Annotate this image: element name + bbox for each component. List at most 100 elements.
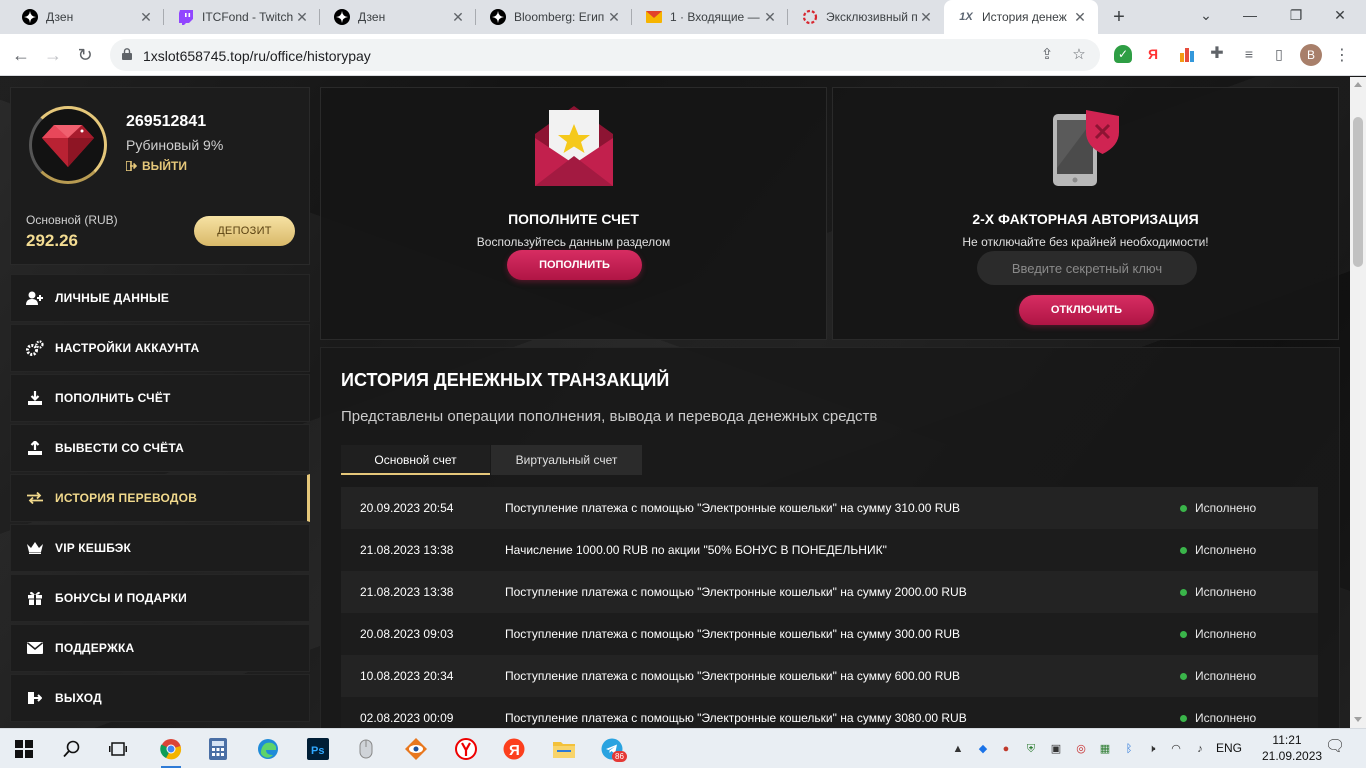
speaker-icon[interactable]: ♪	[1192, 741, 1208, 757]
minimize-button[interactable]: —	[1230, 0, 1270, 30]
system-clock[interactable]: 11:21 21.09.2023	[1262, 732, 1322, 764]
browser-tab[interactable]: ITCFond - Twitch ✕	[164, 0, 320, 34]
tray-opera-icon[interactable]: ◎	[1073, 741, 1089, 757]
topup-button[interactable]: ПОПОЛНИТЬ	[507, 250, 642, 280]
transaction-date: 10.08.2023 20:34	[360, 669, 454, 683]
tray-network-app-icon[interactable]: ◆	[975, 741, 991, 757]
close-window-button[interactable]: ✕	[1320, 0, 1360, 30]
browser-tab[interactable]: Дзен ✕	[320, 0, 476, 34]
menu-item-deposit[interactable]: ПОПОЛНИТЬ СЧЁТ	[10, 374, 310, 422]
upload-icon	[26, 440, 44, 456]
task-view-icon[interactable]	[106, 737, 130, 761]
close-tab-icon[interactable]: ✕	[762, 9, 778, 26]
close-tab-icon[interactable]: ✕	[138, 9, 154, 26]
close-tab-icon[interactable]: ✕	[294, 9, 310, 26]
forward-button[interactable]: →	[42, 44, 64, 66]
transaction-status: Исполнено	[1180, 627, 1256, 641]
history-subtitle: Представлены операции пополнения, вывода…	[341, 408, 878, 425]
scroll-up-arrow-icon[interactable]	[1354, 82, 1362, 87]
menu-item-label: ИСТОРИЯ ПЕРЕВОДОВ	[55, 491, 198, 505]
telegram-icon[interactable]: 86	[600, 737, 627, 762]
search-icon[interactable]	[60, 737, 84, 761]
reload-button[interactable]: ↻	[74, 44, 96, 66]
envelope-icon	[26, 640, 44, 656]
menu-item-personal-data[interactable]: ЛИЧНЫЕ ДАННЫЕ	[10, 274, 310, 322]
status-label: Исполнено	[1195, 585, 1257, 599]
tab-title: 1 · Входящие —	[670, 10, 760, 24]
new-tab-button[interactable]: +	[1108, 6, 1130, 28]
menu-item-bonuses[interactable]: БОНУСЫ И ПОДАРКИ	[10, 574, 310, 622]
yandex-icon[interactable]: Я	[502, 737, 526, 761]
file-explorer-icon[interactable]	[552, 737, 576, 761]
tab-title: Эксклюзивный п	[826, 10, 918, 24]
input-language[interactable]: ENG	[1216, 741, 1242, 755]
tray-app-icon[interactable]: ▲	[950, 741, 966, 757]
page-scrollbar[interactable]	[1350, 77, 1366, 728]
status-dot-icon	[1180, 588, 1187, 596]
address-bar[interactable]: 1xslot658745.top/ru/office/historypay ⇪ …	[110, 39, 1100, 71]
share-icon[interactable]: ⇪	[1038, 46, 1056, 64]
transaction-date: 21.08.2023 13:38	[360, 543, 454, 557]
eye-app-icon[interactable]	[404, 737, 428, 761]
tray-green-app-icon[interactable]: ▦	[1097, 741, 1113, 757]
browser-toolbar: ← → ↻ 1xslot658745.top/ru/office/history…	[0, 34, 1366, 76]
transaction-status: Исполнено	[1180, 543, 1256, 557]
tray-monitor-icon[interactable]: ▣	[1048, 741, 1064, 757]
menu-item-exit[interactable]: ВЫХОД	[10, 674, 310, 722]
media-queue-icon[interactable]: ≡	[1240, 45, 1258, 63]
browser-tab[interactable]: Эксклюзивный п ✕	[788, 0, 944, 34]
bookmark-star-icon[interactable]: ☆	[1070, 46, 1088, 64]
tray-shield-icon[interactable]: ⛨	[1023, 741, 1039, 757]
browser-tab[interactable]: 1 · Входящие — ✕	[632, 0, 788, 34]
table-row: 20.08.2023 09:03 Поступление платежа с п…	[341, 613, 1318, 655]
mouse-app-icon[interactable]	[354, 737, 378, 761]
notifications-icon[interactable]: 🗨	[1325, 739, 1345, 755]
close-tab-icon[interactable]: ✕	[918, 9, 934, 26]
logout-link[interactable]: ВЫЙТИ	[126, 159, 187, 173]
transaction-date: 21.08.2023 13:38	[360, 585, 454, 599]
close-tab-icon[interactable]: ✕	[450, 9, 466, 26]
menu-item-account-settings[interactable]: НАСТРОЙКИ АККАУНТА	[10, 324, 310, 372]
windows-start-icon[interactable]	[12, 737, 36, 761]
browser-menu-icon[interactable]: ⋮	[1334, 45, 1350, 65]
volume-mute-icon[interactable]: 🕨	[1144, 741, 1160, 757]
tray-red-app-icon[interactable]: ●	[998, 741, 1014, 757]
bluetooth-icon[interactable]: ᛒ	[1121, 741, 1137, 757]
stats-extension-icon[interactable]	[1178, 45, 1196, 63]
menu-item-support[interactable]: ПОДДЕРЖКА	[10, 624, 310, 672]
browser-tab-active[interactable]: 1X История денеж ✕	[944, 0, 1098, 34]
adguard-extension-icon[interactable]: ✓	[1114, 45, 1132, 63]
yandex-extension-icon[interactable]: Я	[1144, 45, 1162, 63]
url-text: 1xslot658745.top/ru/office/historypay	[143, 48, 371, 64]
back-button[interactable]: ←	[10, 44, 32, 66]
loading-icon	[802, 9, 818, 25]
maximize-button[interactable]: ❐	[1276, 0, 1316, 30]
tab-virtual-account[interactable]: Виртуальный счет	[491, 445, 642, 475]
menu-item-transfer-history[interactable]: ИСТОРИЯ ПЕРЕВОДОВ	[10, 474, 310, 522]
browser-tab[interactable]: Bloomberg: Егип ✕	[476, 0, 632, 34]
scrollbar-thumb[interactable]	[1353, 117, 1363, 267]
wifi-icon[interactable]: ◠	[1168, 741, 1184, 757]
yandex-browser-icon[interactable]	[454, 737, 478, 761]
chrome-taskbar-icon[interactable]	[159, 737, 183, 768]
scroll-down-arrow-icon[interactable]	[1354, 717, 1362, 722]
tab-search-button[interactable]: ⌄	[1186, 0, 1226, 30]
extensions-puzzle-icon[interactable]: ✚	[1208, 45, 1226, 63]
menu-item-label: ВЫХОД	[55, 691, 102, 705]
profile-avatar[interactable]: B	[1300, 44, 1322, 66]
calculator-icon[interactable]	[206, 737, 230, 761]
close-tab-icon[interactable]: ✕	[1072, 9, 1088, 26]
secret-key-input[interactable]	[977, 251, 1197, 285]
edge-browser-icon[interactable]	[256, 737, 280, 761]
side-panel-icon[interactable]: ▯	[1270, 45, 1288, 63]
deposit-button[interactable]: ДЕПОЗИТ	[194, 216, 295, 246]
gears-icon	[26, 340, 44, 356]
balance-value: 292.26	[26, 231, 78, 250]
close-tab-icon[interactable]: ✕	[606, 9, 622, 26]
browser-tab[interactable]: Дзен ✕	[8, 0, 164, 34]
menu-item-vip-cashback[interactable]: VIP КЕШБЭК	[10, 524, 310, 572]
tab-main-account[interactable]: Основной счет	[341, 445, 490, 475]
photoshop-icon[interactable]: Ps	[306, 737, 330, 761]
menu-item-withdraw[interactable]: ВЫВЕСТИ СО СЧЁТА	[10, 424, 310, 472]
disable-2fa-button[interactable]: ОТКЛЮЧИТЬ	[1019, 295, 1154, 325]
